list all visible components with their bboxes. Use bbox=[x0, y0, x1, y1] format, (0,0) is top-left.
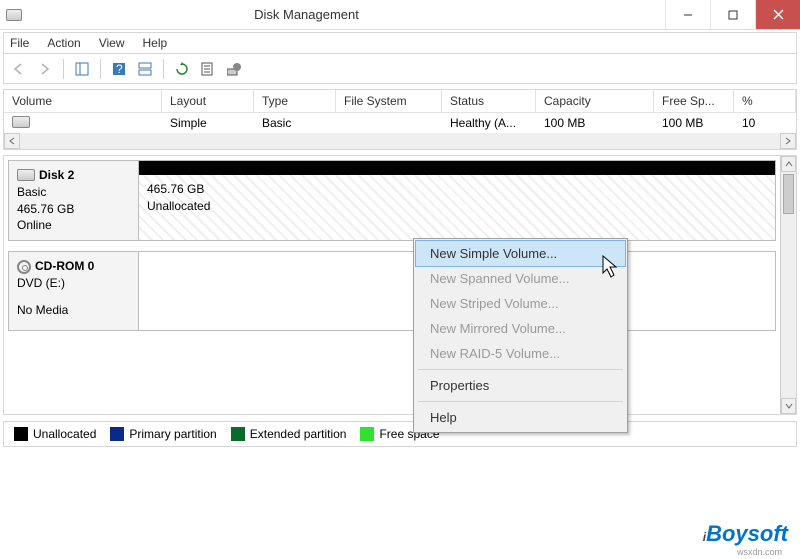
scroll-thumb[interactable] bbox=[783, 174, 794, 214]
disk-name: Disk 2 bbox=[39, 167, 74, 184]
watermark: iiBoysoftBoysoft bbox=[703, 521, 788, 547]
horizontal-scrollbar[interactable] bbox=[4, 133, 796, 149]
drive-state: No Media bbox=[17, 302, 130, 319]
scroll-track[interactable] bbox=[781, 172, 796, 398]
maximize-button[interactable] bbox=[710, 0, 755, 29]
disk-icon bbox=[17, 169, 35, 181]
cell-volume bbox=[4, 114, 162, 133]
scroll-up-button[interactable] bbox=[781, 156, 796, 172]
scroll-right-button[interactable] bbox=[780, 133, 796, 149]
col-freespace[interactable]: Free Sp... bbox=[654, 90, 734, 112]
disk-row-disk2[interactable]: Disk 2 Basic 465.76 GB Online 465.76 GB … bbox=[8, 160, 776, 241]
disk-info: CD-ROM 0 DVD (E:) No Media bbox=[9, 252, 139, 330]
menu-properties[interactable]: Properties bbox=[416, 373, 625, 398]
close-button[interactable] bbox=[755, 0, 800, 29]
toolbar-separator bbox=[100, 59, 101, 79]
scroll-left-button[interactable] bbox=[4, 133, 20, 149]
disk-state: Online bbox=[17, 217, 130, 234]
col-layout[interactable]: Layout bbox=[162, 90, 254, 112]
partition-size: 465.76 GB bbox=[147, 181, 767, 198]
menu-new-simple-volume[interactable]: New Simple Volume... bbox=[415, 240, 626, 267]
menu-view[interactable]: View bbox=[99, 36, 125, 50]
svg-text:?: ? bbox=[116, 62, 123, 76]
legend-extended: Extended partition bbox=[231, 427, 347, 441]
disk-type: Basic bbox=[17, 184, 130, 201]
disk-settings-icon[interactable] bbox=[223, 58, 245, 80]
disk-info: Disk 2 Basic 465.76 GB Online bbox=[9, 161, 139, 240]
settings-list-icon[interactable] bbox=[197, 58, 219, 80]
disk-name: CD-ROM 0 bbox=[35, 258, 94, 275]
forward-button[interactable] bbox=[34, 58, 56, 80]
vertical-scrollbar[interactable] bbox=[780, 156, 796, 414]
drive-label: DVD (E:) bbox=[17, 275, 130, 292]
cell-layout: Simple bbox=[162, 114, 254, 132]
col-capacity[interactable]: Capacity bbox=[536, 90, 654, 112]
watermark-url: wsxdn.com bbox=[737, 547, 782, 557]
menu-new-mirrored-volume: New Mirrored Volume... bbox=[416, 316, 625, 341]
menu-separator bbox=[418, 401, 623, 402]
window-title: Disk Management bbox=[0, 7, 665, 22]
scroll-track[interactable] bbox=[20, 133, 780, 149]
menu-bar: File Action View Help bbox=[3, 32, 797, 54]
menu-file[interactable]: File bbox=[10, 36, 29, 50]
menu-separator bbox=[418, 369, 623, 370]
cell-freespace: 100 MB bbox=[654, 114, 734, 132]
cell-filesystem bbox=[336, 121, 442, 125]
scroll-down-button[interactable] bbox=[781, 398, 796, 414]
title-bar: Disk Management bbox=[0, 0, 800, 30]
cell-capacity: 100 MB bbox=[536, 114, 654, 132]
menu-new-striped-volume: New Striped Volume... bbox=[416, 291, 625, 316]
refresh-icon[interactable] bbox=[171, 58, 193, 80]
disk-partition-area: 465.76 GB Unallocated bbox=[139, 161, 775, 240]
menu-help[interactable]: Help bbox=[143, 36, 168, 50]
volume-list-header: Volume Layout Type File System Status Ca… bbox=[4, 90, 796, 113]
menu-help[interactable]: Help bbox=[416, 405, 625, 430]
cell-type: Basic bbox=[254, 114, 336, 132]
cell-status: Healthy (A... bbox=[442, 114, 536, 132]
volume-list: Volume Layout Type File System Status Ca… bbox=[3, 89, 797, 150]
menu-new-spanned-volume: New Spanned Volume... bbox=[416, 266, 625, 291]
layout-icon[interactable] bbox=[71, 58, 93, 80]
menu-action[interactable]: Action bbox=[47, 36, 80, 50]
col-type[interactable]: Type bbox=[254, 90, 336, 112]
cdrom-icon bbox=[17, 260, 31, 274]
back-button[interactable] bbox=[8, 58, 30, 80]
menu-new-raid5-volume: New RAID-5 Volume... bbox=[416, 341, 625, 366]
volume-icon bbox=[12, 116, 30, 128]
panel-icon[interactable] bbox=[134, 58, 156, 80]
toolbar-separator bbox=[163, 59, 164, 79]
legend: Unallocated Primary partition Extended p… bbox=[3, 421, 797, 447]
context-menu: New Simple Volume... New Spanned Volume.… bbox=[413, 238, 628, 433]
toolbar: ? bbox=[3, 54, 797, 84]
partition-color-bar bbox=[139, 161, 775, 175]
window-controls bbox=[665, 0, 800, 29]
col-status[interactable]: Status bbox=[442, 90, 536, 112]
partition-unallocated[interactable]: 465.76 GB Unallocated bbox=[139, 175, 775, 240]
col-filesystem[interactable]: File System bbox=[336, 90, 442, 112]
toolbar-separator bbox=[63, 59, 64, 79]
col-percent[interactable]: % bbox=[734, 90, 796, 112]
legend-unallocated: Unallocated bbox=[14, 427, 96, 441]
legend-primary: Primary partition bbox=[110, 427, 216, 441]
disk-size: 465.76 GB bbox=[17, 201, 130, 218]
col-volume[interactable]: Volume bbox=[4, 90, 162, 112]
disk-row-cdrom[interactable]: CD-ROM 0 DVD (E:) No Media bbox=[8, 251, 776, 331]
disk-map: Disk 2 Basic 465.76 GB Online 465.76 GB … bbox=[3, 155, 797, 415]
partition-label: Unallocated bbox=[147, 198, 767, 215]
cell-percent: 10 bbox=[734, 114, 796, 132]
help-icon[interactable]: ? bbox=[108, 58, 130, 80]
volume-row[interactable]: Simple Basic Healthy (A... 100 MB 100 MB… bbox=[4, 113, 796, 133]
minimize-button[interactable] bbox=[665, 0, 710, 29]
